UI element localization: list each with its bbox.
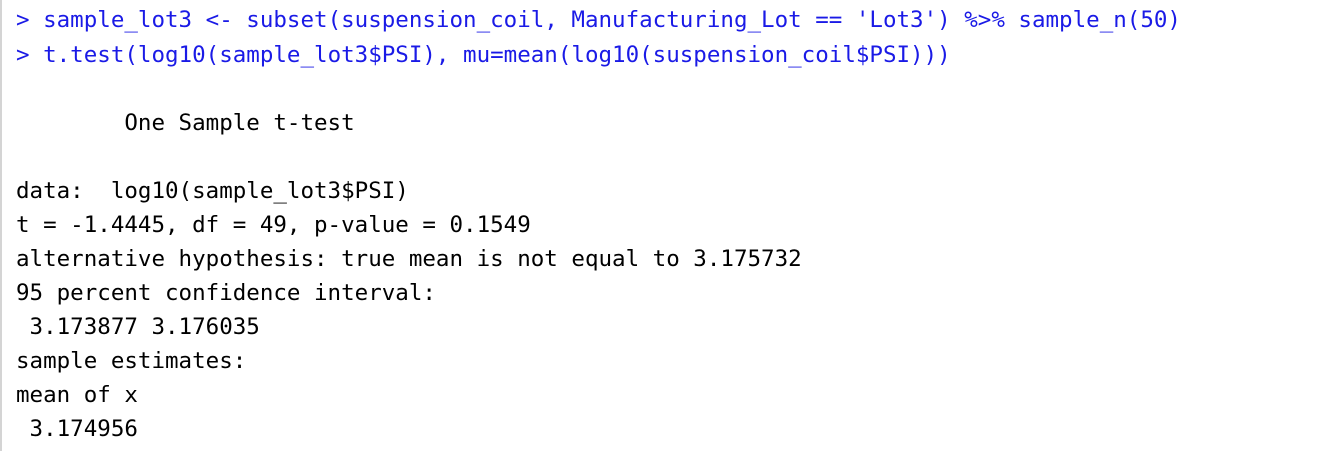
console-command-line: > sample_lot3 <- subset(suspension_coil,… bbox=[16, 3, 1181, 37]
r-console[interactable]: > sample_lot3 <- subset(suspension_coil,… bbox=[0, 0, 1336, 451]
output-estimate-value: 3.174956 bbox=[16, 416, 138, 442]
output-estimates-header: sample estimates: bbox=[16, 348, 247, 374]
command-text: t.test(log10(sample_lot3$PSI), mu=mean(l… bbox=[43, 42, 951, 68]
console-prompt: > bbox=[16, 42, 44, 68]
console-prompt: > bbox=[16, 7, 44, 33]
command-text: sample_lot3 <- subset(suspension_coil, M… bbox=[43, 7, 1181, 33]
output-stats-line: t = -1.4445, df = 49, p-value = 0.1549 bbox=[16, 212, 531, 238]
console-command-line: > t.test(log10(sample_lot3$PSI), mu=mean… bbox=[16, 38, 951, 72]
output-data-line: data: log10(sample_lot3$PSI) bbox=[16, 178, 409, 204]
test-title: One Sample t-test bbox=[16, 110, 355, 136]
output-ci-values: 3.173877 3.176035 bbox=[16, 314, 260, 340]
output-alternative-line: alternative hypothesis: true mean is not… bbox=[16, 246, 802, 272]
output-ci-header: 95 percent confidence interval: bbox=[16, 280, 436, 306]
output-estimate-label: mean of x bbox=[16, 382, 138, 408]
